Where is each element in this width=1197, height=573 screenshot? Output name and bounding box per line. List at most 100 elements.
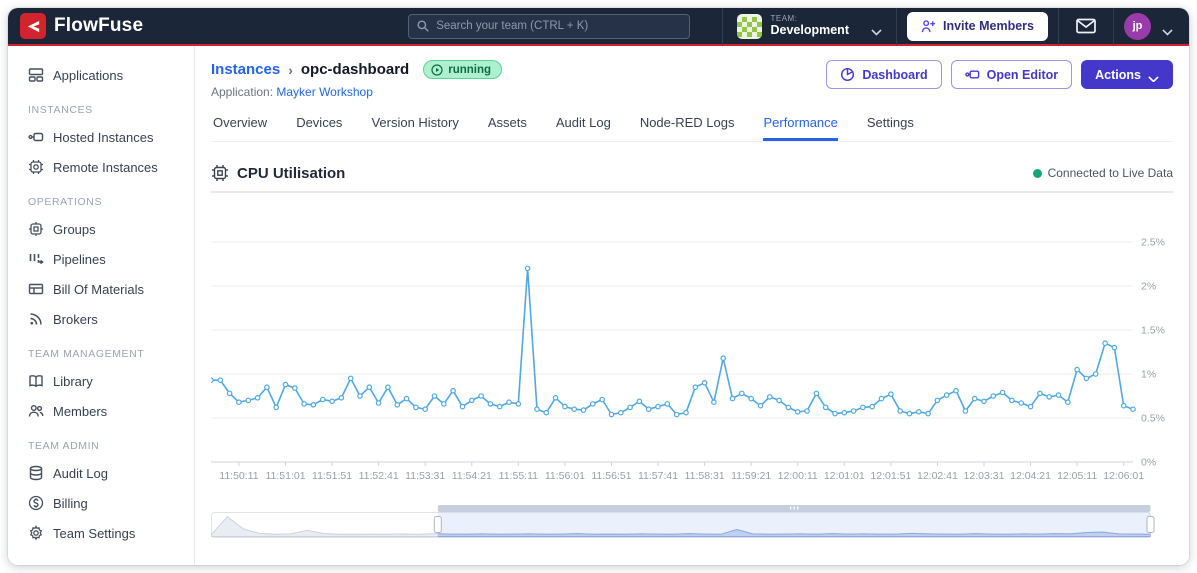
sidebar-item-billing[interactable]: Billing [8, 488, 194, 518]
x-tick-label: 11:54:21 [452, 470, 492, 482]
cpu-chip-icon [211, 164, 229, 182]
sidebar-section-team-management: TEAM MANAGEMENT [28, 348, 145, 360]
x-tick-label: 11:59:21 [731, 470, 771, 482]
flowfuse-logo-icon [20, 13, 46, 39]
team-settings-icon [28, 525, 44, 541]
tab-audit-log[interactable]: Audit Log [556, 115, 611, 141]
tab-assets[interactable]: Assets [488, 115, 527, 141]
x-axis-ticks [238, 462, 1125, 466]
page-title: opc-dashboard [300, 61, 410, 78]
navbar-right-cluster: TEAM: Development Invite Members jp [712, 8, 1179, 45]
divider [1113, 8, 1114, 45]
team-name: Development [770, 23, 849, 38]
dashboard-button[interactable]: Dashboard [826, 60, 942, 89]
y-tick-label: 1.5% [1141, 325, 1165, 337]
library-icon [28, 373, 44, 389]
x-tick-label: 11:56:51 [591, 470, 631, 482]
tab-performance[interactable]: Performance [763, 115, 838, 141]
bill-of-materials-icon [28, 281, 44, 297]
page-header: Instances › opc-dashboard running Applic… [211, 60, 1173, 99]
y-tick-label: 2% [1141, 281, 1156, 293]
application-link[interactable]: Mayker Workshop [276, 85, 372, 99]
actions-button[interactable]: Actions [1081, 60, 1173, 89]
y-tick-label: 2.5% [1141, 237, 1165, 249]
sidebar: Applications INSTANCES Hosted Instances Rem… [8, 46, 195, 565]
cpu-line-series [211, 267, 1134, 416]
sidebar-item-applications[interactable]: Applications [8, 60, 194, 90]
x-tick-label: 11:57:41 [638, 470, 678, 482]
x-tick-label: 12:01:01 [824, 470, 865, 482]
sidebar-section-instances: INSTANCES [28, 104, 93, 116]
tab-overview[interactable]: Overview [213, 115, 267, 141]
divider [895, 8, 897, 45]
open-editor-button[interactable]: Open Editor [950, 60, 1073, 89]
node-editor-icon [964, 67, 980, 82]
search-box [408, 13, 691, 39]
sidebar-item-pipelines[interactable]: Pipelines [8, 244, 194, 274]
search-icon [416, 19, 430, 33]
members-icon [28, 403, 44, 419]
tab-settings[interactable]: Settings [867, 115, 914, 141]
panel-header: CPU Utilisation Connected to Live Data [211, 158, 1173, 193]
pipelines-icon [28, 251, 44, 267]
x-tick-label: 12:00:11 [778, 470, 818, 482]
application-label: Application: [211, 85, 274, 99]
x-axis-labels: 11:50:11 11:51:01 11:51:51 11:52:41 11:53:31… [219, 470, 1144, 482]
sidebar-item-groups[interactable]: Groups [8, 214, 194, 244]
x-tick-label: 12:03:31 [964, 470, 1005, 482]
user-menu[interactable]: jp [1124, 12, 1179, 40]
minimap-handle-left[interactable] [433, 516, 442, 533]
actions-button-label: Actions [1095, 67, 1141, 82]
team-label: TEAM: [770, 14, 798, 24]
sidebar-item-label: Hosted Instances [53, 129, 154, 145]
brand-home-link[interactable]: FlowFuse [20, 13, 143, 39]
brand-name: FlowFuse [54, 15, 144, 36]
invite-members-button[interactable]: Invite Members [906, 11, 1048, 41]
x-tick-label: 11:51:51 [312, 470, 352, 482]
sidebar-item-bill-of-materials[interactable]: Bill Of Materials [8, 274, 194, 304]
cpu-chart: 0% 0.5% 1% 1.5% 2% 2.5% 11:50:11 11:51:01 11:51:… [208, 201, 1173, 492]
sidebar-item-team-settings[interactable]: Team Settings [8, 518, 194, 548]
remote-instances-icon [28, 159, 44, 175]
sidebar-item-remote-instances[interactable]: Remote Instances [8, 152, 194, 182]
sidebar-item-library[interactable]: Library [8, 366, 194, 396]
search-input[interactable] [408, 13, 691, 39]
breadcrumb-instances-link[interactable]: Instances [211, 61, 280, 78]
y-tick-label: 0.5% [1141, 413, 1165, 425]
invite-members-label: Invite Members [942, 19, 1034, 33]
user-plus-icon [921, 19, 936, 34]
audit-log-icon [28, 465, 44, 481]
main-content: Instances › opc-dashboard running Applic… [195, 46, 1189, 565]
status-badge-label: running [448, 63, 492, 76]
sidebar-item-label: Billing [53, 495, 88, 511]
applications-icon [28, 67, 44, 83]
chevron-down-icon [871, 23, 882, 36]
tab-bar: Overview Devices Version History Assets Audi… [211, 115, 1173, 142]
sidebar-item-label: Library [53, 373, 93, 389]
x-tick-label: 12:02:41 [917, 470, 958, 482]
sidebar-item-hosted-instances[interactable]: Hosted Instances [8, 122, 194, 152]
minimap-handle-right[interactable] [1146, 516, 1155, 533]
sidebar-item-brokers[interactable]: Brokers [8, 304, 194, 334]
tab-version-history[interactable]: Version History [371, 115, 458, 141]
team-selector[interactable]: TEAM: Development [733, 13, 886, 39]
user-avatar: jp [1124, 12, 1151, 40]
tab-node-red-logs[interactable]: Node-RED Logs [640, 115, 735, 141]
sidebar-item-label: Groups [53, 221, 96, 237]
x-tick-label: 11:56:01 [545, 470, 585, 482]
sidebar-item-members[interactable]: Members [8, 396, 194, 426]
open-editor-button-label: Open Editor [986, 67, 1059, 82]
sidebar-item-audit-log[interactable]: Audit Log [8, 458, 194, 488]
x-tick-label: 11:53:31 [405, 470, 445, 482]
x-tick-label: 12:05:11 [1057, 470, 1097, 482]
app-window: FlowFuse TEAM: Development [8, 8, 1189, 565]
sidebar-section-team-admin: TEAM ADMIN [28, 440, 100, 452]
y-tick-label: 1% [1141, 369, 1156, 381]
notifications-button[interactable] [1069, 18, 1103, 34]
tab-devices[interactable]: Devices [296, 115, 342, 141]
chart-range-slider [211, 504, 1173, 547]
x-tick-label: 12:01:51 [870, 470, 911, 482]
sidebar-item-label: Brokers [53, 311, 98, 327]
hosted-instances-icon [28, 129, 44, 145]
header-actions: Dashboard Open Editor Actions [826, 60, 1173, 89]
